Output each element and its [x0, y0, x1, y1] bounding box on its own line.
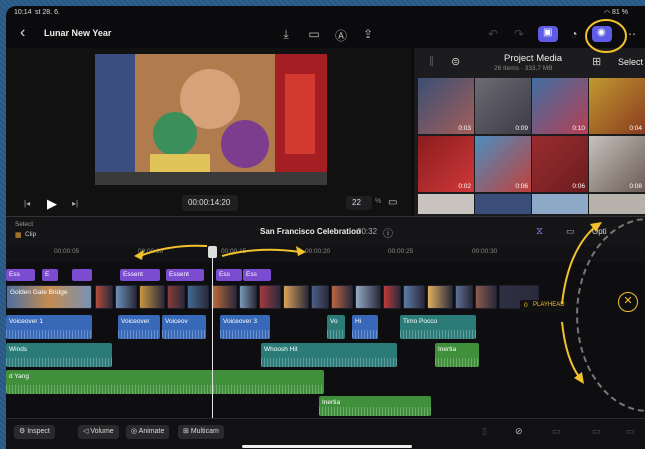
annotation-arrowhead [574, 372, 584, 384]
annotation-arrow-left [139, 244, 208, 257]
annotation-arc-down [561, 321, 581, 379]
annotation-arrowhead [296, 246, 306, 256]
annotation-overlay [134, 19, 627, 384]
annotation-arrow-right [221, 248, 301, 257]
annotation-arrowhead [134, 250, 144, 260]
annotation-arc-up [561, 225, 597, 305]
annotation-circle [585, 19, 627, 53]
